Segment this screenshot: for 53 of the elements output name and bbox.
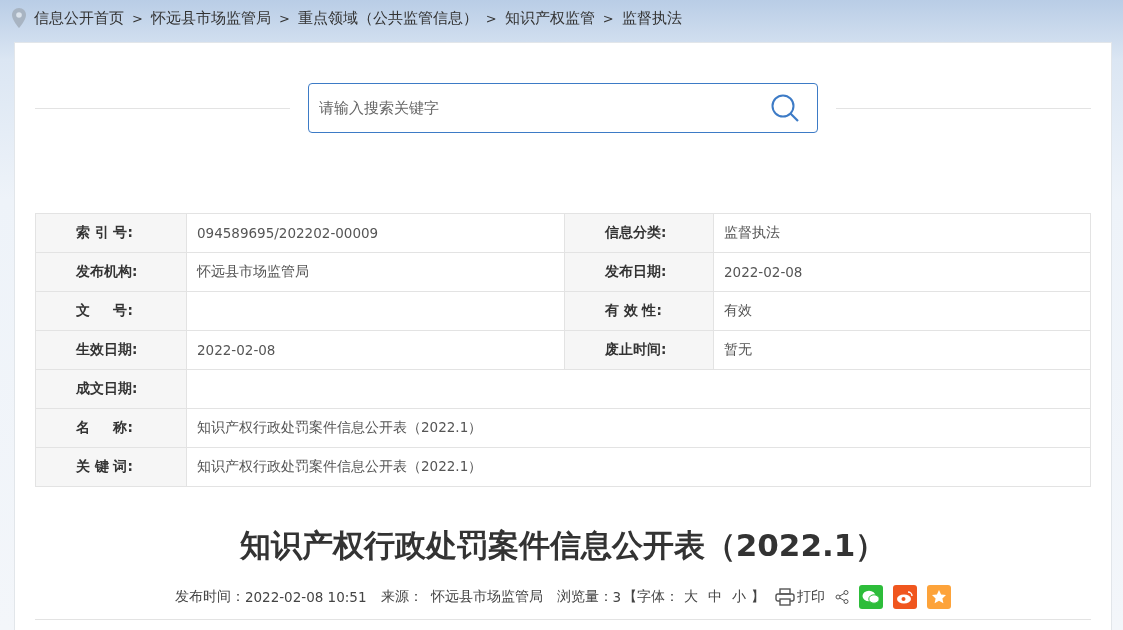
breadcrumb-link[interactable]: 怀远县市场监管局 [150, 8, 271, 28]
field-label: 发布机构: [36, 253, 187, 292]
field-label: 信息分类: [565, 214, 714, 253]
publish-time: 2022-02-08 10:51 [244, 589, 367, 605]
field-value: 2022-02-08 [714, 253, 1091, 292]
microblog-share-button[interactable] [893, 585, 918, 609]
star-icon [931, 589, 948, 605]
article-title: 知识产权行政处罚案件信息公开表（2022.1） [238, 526, 888, 565]
breadcrumb-separator: > [132, 10, 143, 26]
bracket-close: 】 [751, 588, 766, 606]
field-value: 知识产权行政处罚案件信息公开表（2022.1） [187, 409, 1091, 448]
eye-logo-icon [896, 590, 915, 604]
publish-time-label: 发布时间： [174, 588, 245, 606]
font-size-link[interactable]: 大 [684, 588, 699, 606]
field-label: 发布日期: [565, 253, 714, 292]
chat-bubbles-icon [862, 590, 881, 604]
field-value: 暂无 [714, 331, 1091, 370]
printer-icon [775, 588, 796, 606]
location-pin-icon [12, 8, 26, 28]
field-value: 怀远县市场监管局 [187, 253, 565, 292]
chat-share-button[interactable] [859, 585, 884, 609]
field-label: 名 称: [36, 409, 187, 448]
breadcrumb-separator: > [602, 10, 614, 26]
field-value: 有效 [714, 292, 1091, 331]
breadcrumb-separator: > [485, 10, 497, 26]
favorite-share-button[interactable] [927, 585, 952, 609]
search-field[interactable]: 请输入搜索关键字 [308, 83, 818, 133]
breadcrumb-link[interactable]: 监督执法 [621, 8, 682, 28]
field-label: 成文日期: [36, 370, 187, 409]
field-value: 知识产权行政处罚案件信息公开表（2022.1） [187, 448, 1091, 487]
font-size-link[interactable]: 小 [732, 588, 747, 606]
field-label: 索 引 号: [36, 214, 187, 253]
print-button[interactable]: 打印 [775, 588, 826, 606]
field-value: 094589695/202202-00009 [187, 214, 565, 253]
field-label: 生效日期: [36, 331, 187, 370]
source-label: 来源： [380, 588, 423, 606]
views-count: 3 [612, 589, 622, 605]
field-label: 有 效 性: [565, 292, 714, 331]
share-icon[interactable] [835, 590, 850, 604]
source: 怀远县市场监管局 [430, 588, 543, 606]
field-label: 废止时间: [565, 331, 714, 370]
field-label: 文 号: [36, 292, 187, 331]
breadcrumb-link[interactable]: 重点领域（公共监管信息） [297, 8, 478, 28]
breadcrumb-link[interactable]: 知识产权监管 [504, 8, 595, 28]
breadcrumb-link[interactable]: 信息公开首页 [34, 8, 124, 28]
field-label: 关 键 词: [36, 448, 187, 487]
font-size-link[interactable]: 中 [708, 588, 723, 606]
field-value: 2022-02-08 [187, 331, 565, 370]
views-label: 浏览量： [556, 588, 613, 606]
font-size-label: 【字体： [623, 588, 680, 606]
search-icon[interactable] [770, 93, 800, 123]
breadcrumb-separator: > [278, 10, 290, 26]
field-value: 监督执法 [714, 214, 1091, 253]
